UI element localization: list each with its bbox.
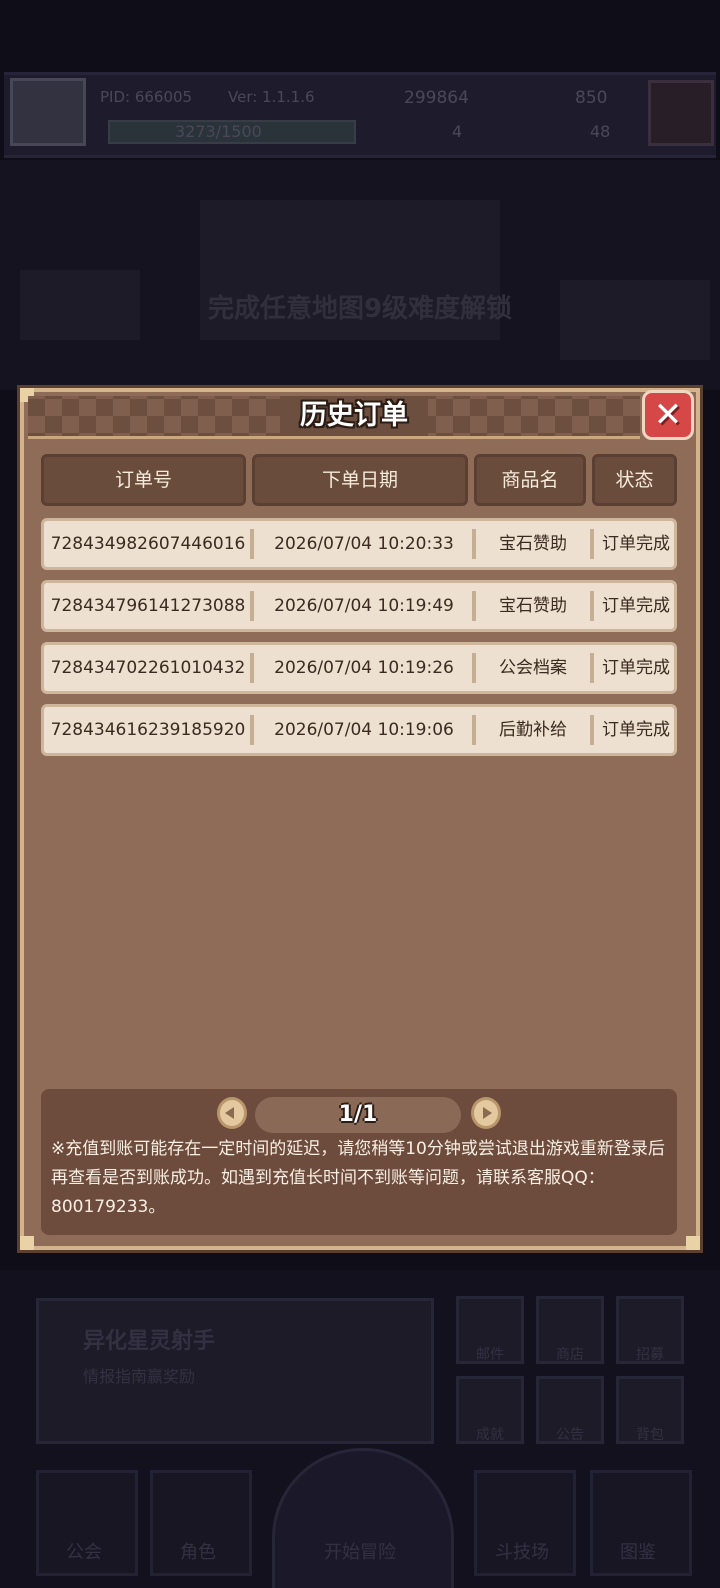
cell-divider [472,653,476,683]
pagination: 1/1 [255,1097,461,1133]
order-product: 后勤补给 [499,720,567,740]
order-status: 订单完成 [602,596,670,616]
recharge-notice: ※充值到账可能存在一定时间的延迟，请您稍等10分钟或尝试退出游戏重新登录后再查看… [51,1139,665,1217]
order-date: 2026/07/04 10:20:33 [274,534,454,554]
cell-divider [472,529,476,559]
order-status: 订单完成 [602,720,670,740]
order-product: 宝石赞助 [499,534,567,554]
cell-divider [472,591,476,621]
order-row: 728434616239185920 2026/07/04 10:19:06 后… [41,704,677,756]
order-row: 728434702261010432 2026/07/04 10:19:26 公… [41,642,677,694]
cell-divider [472,715,476,745]
modal-header: 历史订单 [28,396,640,439]
order-product: 宝石赞助 [499,596,567,616]
close-icon: ✕ [653,395,683,435]
cell-divider [250,653,254,683]
order-row: 728434796141273088 2026/07/04 10:19:49 宝… [41,580,677,632]
cell-divider [250,529,254,559]
cell-divider [250,591,254,621]
column-header-order-id: 订单号 [41,454,246,506]
modal-title: 历史订单 [300,400,408,431]
page-indicator: 1/1 [338,1102,378,1127]
order-date: 2026/07/04 10:19:06 [274,720,454,740]
order-history-modal: 历史订单 ✕ 订单号 下单日期 商品名 状态 72843498260744601… [20,388,700,1250]
modal-footer: 1/1 ※充值到账可能存在一定时间的延迟，请您稍等10分钟或尝试退出游戏重新登录… [41,1089,677,1235]
close-button[interactable]: ✕ [642,390,694,440]
order-id: 728434616239185920 [50,720,246,740]
next-page-button[interactable] [471,1097,501,1129]
order-date: 2026/07/04 10:19:49 [274,596,454,616]
prev-page-button[interactable] [217,1097,247,1129]
order-status: 订单完成 [602,534,670,554]
order-id: 728434796141273088 [50,596,246,616]
order-id: 728434982607446016 [50,534,246,554]
frame-corner [686,1236,700,1250]
order-date: 2026/07/04 10:19:26 [274,658,454,678]
order-status: 订单完成 [602,658,670,678]
column-header-status: 状态 [592,454,677,506]
column-header-product: 商品名 [474,454,586,506]
title-plate: 历史订单 [280,396,428,436]
cell-divider [250,715,254,745]
order-id: 728434702261010432 [50,658,246,678]
order-row: 728434982607446016 2026/07/04 10:20:33 宝… [41,518,677,570]
column-header-date: 下单日期 [252,454,468,506]
order-product: 公会档案 [499,658,567,678]
frame-corner [20,1236,34,1250]
